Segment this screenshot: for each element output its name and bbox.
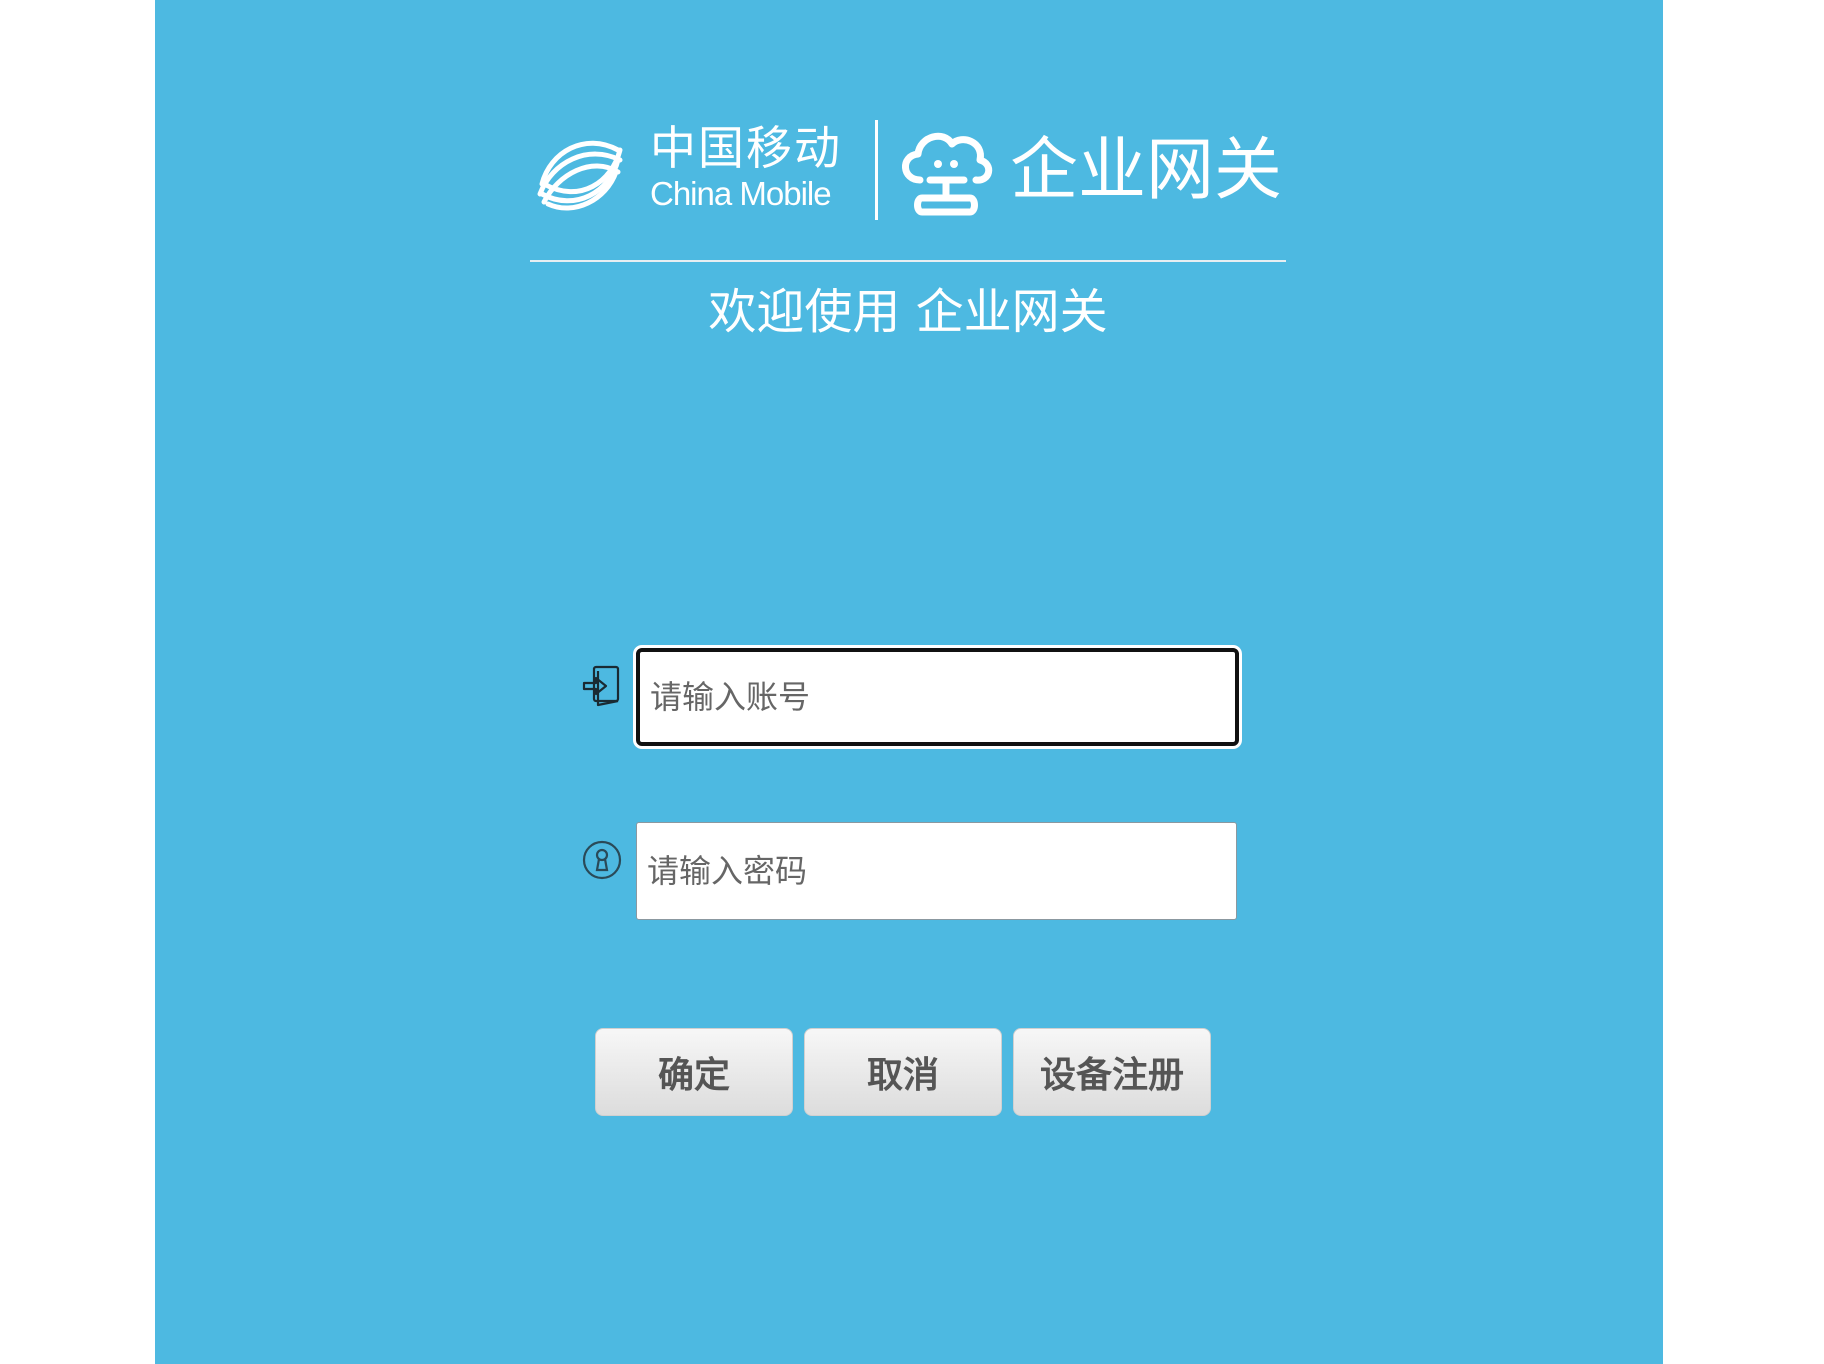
- password-row: [580, 822, 1300, 932]
- account-row: [580, 645, 1300, 755]
- brand-logo: 中国移动 China Mobile 企业网关: [530, 110, 1290, 230]
- lock-icon: [582, 840, 622, 880]
- device-register-button[interactable]: 设备注册: [1013, 1028, 1211, 1116]
- password-input[interactable]: [636, 822, 1237, 920]
- login-icon: [582, 665, 620, 707]
- china-mobile-emblem-icon: [537, 140, 623, 211]
- header-divider: [530, 260, 1286, 262]
- product-name: 企业网关: [1010, 131, 1283, 210]
- login-panel: 中国移动 China Mobile 企业网关 欢迎使用 企业网关 请输入账号 确…: [155, 0, 1663, 1364]
- button-group: 确定 取消 设备注册: [595, 1028, 1225, 1120]
- brand-text: 中国移动 China Mobile: [650, 120, 842, 212]
- logo-divider: [875, 120, 878, 220]
- account-input[interactable]: [636, 648, 1239, 746]
- cancel-button[interactable]: 取消: [804, 1028, 1002, 1116]
- brand-name-en: China Mobile: [650, 175, 832, 212]
- cloud-gateway-icon: [902, 132, 993, 216]
- welcome-title: 欢迎使用 企业网关: [708, 284, 1108, 340]
- ok-button[interactable]: 确定: [595, 1028, 793, 1116]
- brand-name-cn: 中国移动: [650, 121, 842, 175]
